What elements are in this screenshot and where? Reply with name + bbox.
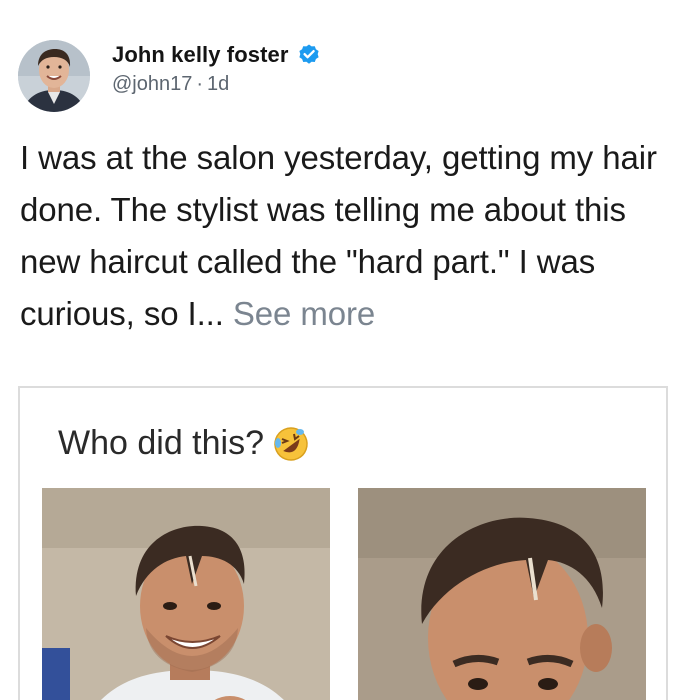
card-caption: Who did this? [58, 424, 310, 463]
author-meta: John kelly foster @john17 · 1d [112, 40, 321, 96]
post-header: John kelly foster @john17 · 1d [18, 40, 321, 112]
author-name[interactable]: John kelly foster [112, 42, 289, 68]
haircut-photo-right [358, 488, 646, 700]
photo-left[interactable] [42, 488, 330, 700]
see-more-link[interactable]: See more [233, 295, 375, 332]
photo-right[interactable] [358, 488, 646, 700]
handle-line: @john17 · 1d [112, 73, 321, 96]
haircut-photo-left [42, 488, 330, 700]
avatar-image [18, 40, 90, 112]
author-handle[interactable]: @john17 [112, 73, 192, 96]
verified-badge-icon [297, 43, 321, 67]
post-text: I was at the salon yesterday, getting my… [20, 132, 680, 340]
separator-dot: · [196, 73, 204, 95]
rolling-on-floor-laughing-emoji-icon [272, 425, 310, 463]
image-card[interactable]: Who did this? [18, 386, 668, 700]
avatar[interactable] [18, 40, 90, 112]
post-time[interactable]: 1d [207, 73, 229, 96]
author-line: John kelly foster [112, 40, 321, 70]
card-caption-text: Who did this? [58, 424, 264, 462]
